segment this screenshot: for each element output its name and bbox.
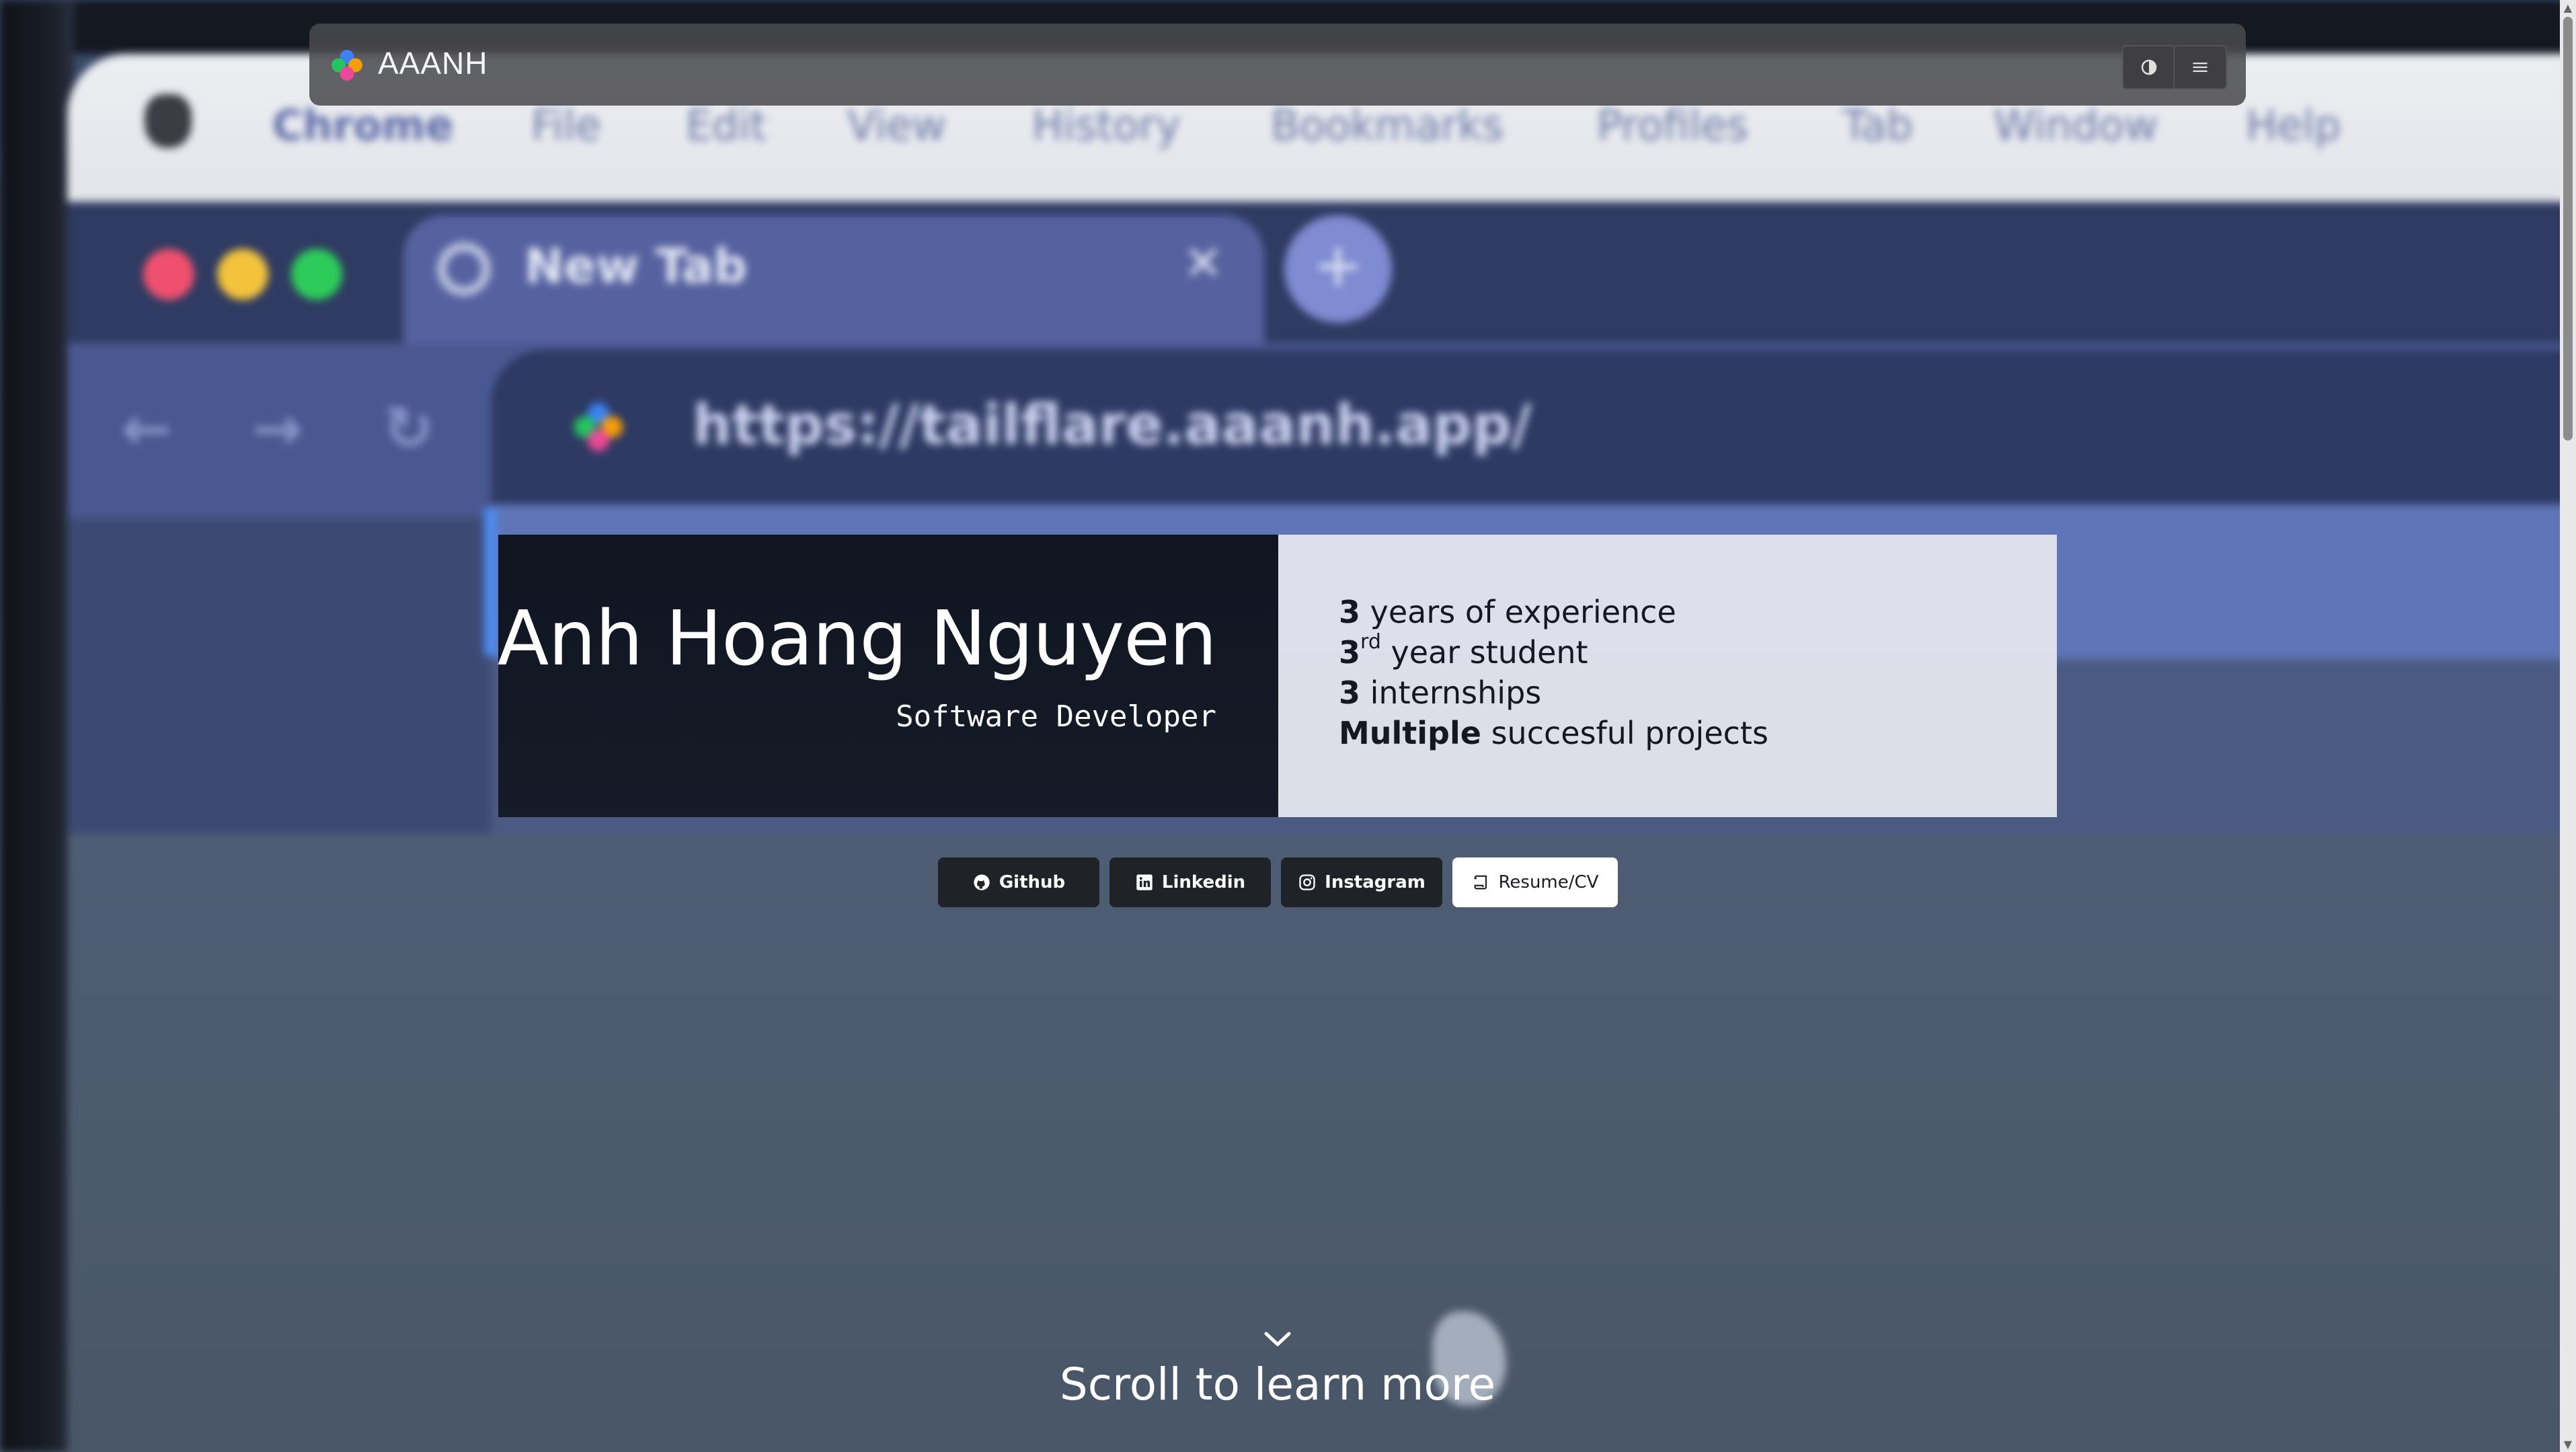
- stat-projects: Multiple succesful projects: [1339, 715, 1768, 751]
- mac-menu-window: Window: [1994, 101, 2158, 150]
- site-logo-icon: [574, 403, 623, 451]
- scrollbar-thumb[interactable]: [2563, 17, 2573, 441]
- hero-name: Anh Hoang Nguyen: [497, 595, 1217, 683]
- instagram-button[interactable]: Instagram: [1281, 857, 1442, 907]
- site-navbar: AAANH: [309, 24, 2246, 106]
- mac-menu-file: File: [531, 101, 601, 150]
- github-icon: [974, 874, 990, 890]
- resume-button[interactable]: Resume/CV: [1452, 857, 1618, 907]
- mac-menu-bookmarks: Bookmarks: [1271, 101, 1504, 150]
- back-arrow-icon: ←: [121, 393, 172, 464]
- mac-menu-history: History: [1032, 101, 1181, 150]
- mac-menu-help: Help: [2246, 101, 2341, 150]
- minimize-traffic-light: [217, 249, 268, 300]
- zoom-traffic-light: [291, 249, 342, 300]
- hero-role: Software Developer: [896, 699, 1216, 734]
- github-button[interactable]: Github: [938, 857, 1099, 907]
- scroll-up-icon[interactable]: ▲: [2564, 1, 2572, 14]
- scroll-icon: [1474, 875, 1487, 890]
- chrome-icon: [437, 242, 491, 296]
- chevron-down-icon[interactable]: [1261, 1328, 1294, 1348]
- page: Chrome File Edit View History Bookmarks …: [0, 0, 2576, 1452]
- mac-menu-chrome: Chrome: [272, 101, 454, 150]
- mac-menu-edit: Edit: [686, 101, 767, 150]
- close-tab-icon: ✕: [1183, 235, 1223, 291]
- suggestion-accent: [484, 508, 496, 656]
- hero-stats-panel: 3 years of experience 3rd year student 3…: [1278, 535, 2057, 817]
- brand-logo-icon[interactable]: [329, 48, 364, 83]
- stat-internships: 3 internships: [1339, 675, 1542, 711]
- forward-arrow-icon: →: [252, 393, 303, 464]
- mac-menu-view: View: [847, 101, 947, 150]
- scroll-hint-text[interactable]: Scroll to learn more: [0, 1359, 2555, 1410]
- theme-toggle-button[interactable]: [2122, 45, 2176, 89]
- mac-menu-tab: Tab: [1842, 101, 1913, 150]
- hero-identity-panel: Anh Hoang Nguyen Software Developer: [498, 535, 1278, 817]
- linkedin-button[interactable]: Linkedin: [1109, 857, 1271, 907]
- new-tab-icon: +: [1284, 215, 1392, 323]
- mac-menu-profiles: Profiles: [1597, 101, 1749, 150]
- apple-icon: [145, 94, 192, 148]
- instagram-label: Instagram: [1325, 872, 1426, 892]
- scroll-down-icon[interactable]: ▼: [2564, 1438, 2572, 1451]
- menu-button[interactable]: [2173, 45, 2227, 89]
- github-label: Github: [999, 872, 1066, 892]
- reload-icon: ↻: [383, 393, 434, 464]
- hero-card: Anh Hoang Nguyen Software Developer 3 ye…: [498, 535, 2057, 817]
- stat-experience: 3 years of experience: [1339, 594, 1676, 630]
- instagram-icon: [1299, 874, 1315, 890]
- hamburger-menu-icon: [2193, 63, 2208, 72]
- linkedin-label: Linkedin: [1161, 872, 1246, 892]
- half-moon-icon: [2141, 59, 2157, 75]
- close-traffic-light: [143, 249, 194, 300]
- laptop-bezel-left: [0, 0, 74, 1452]
- stat-student-year: 3rd year student: [1339, 630, 1588, 671]
- brand-name[interactable]: AAANH: [378, 45, 487, 81]
- omnibox-url: https://tailflare.aaanh.app/: [693, 393, 1532, 457]
- linkedin-icon: [1136, 874, 1153, 890]
- resume-label: Resume/CV: [1498, 872, 1599, 892]
- tab-title: New Tab: [524, 239, 748, 294]
